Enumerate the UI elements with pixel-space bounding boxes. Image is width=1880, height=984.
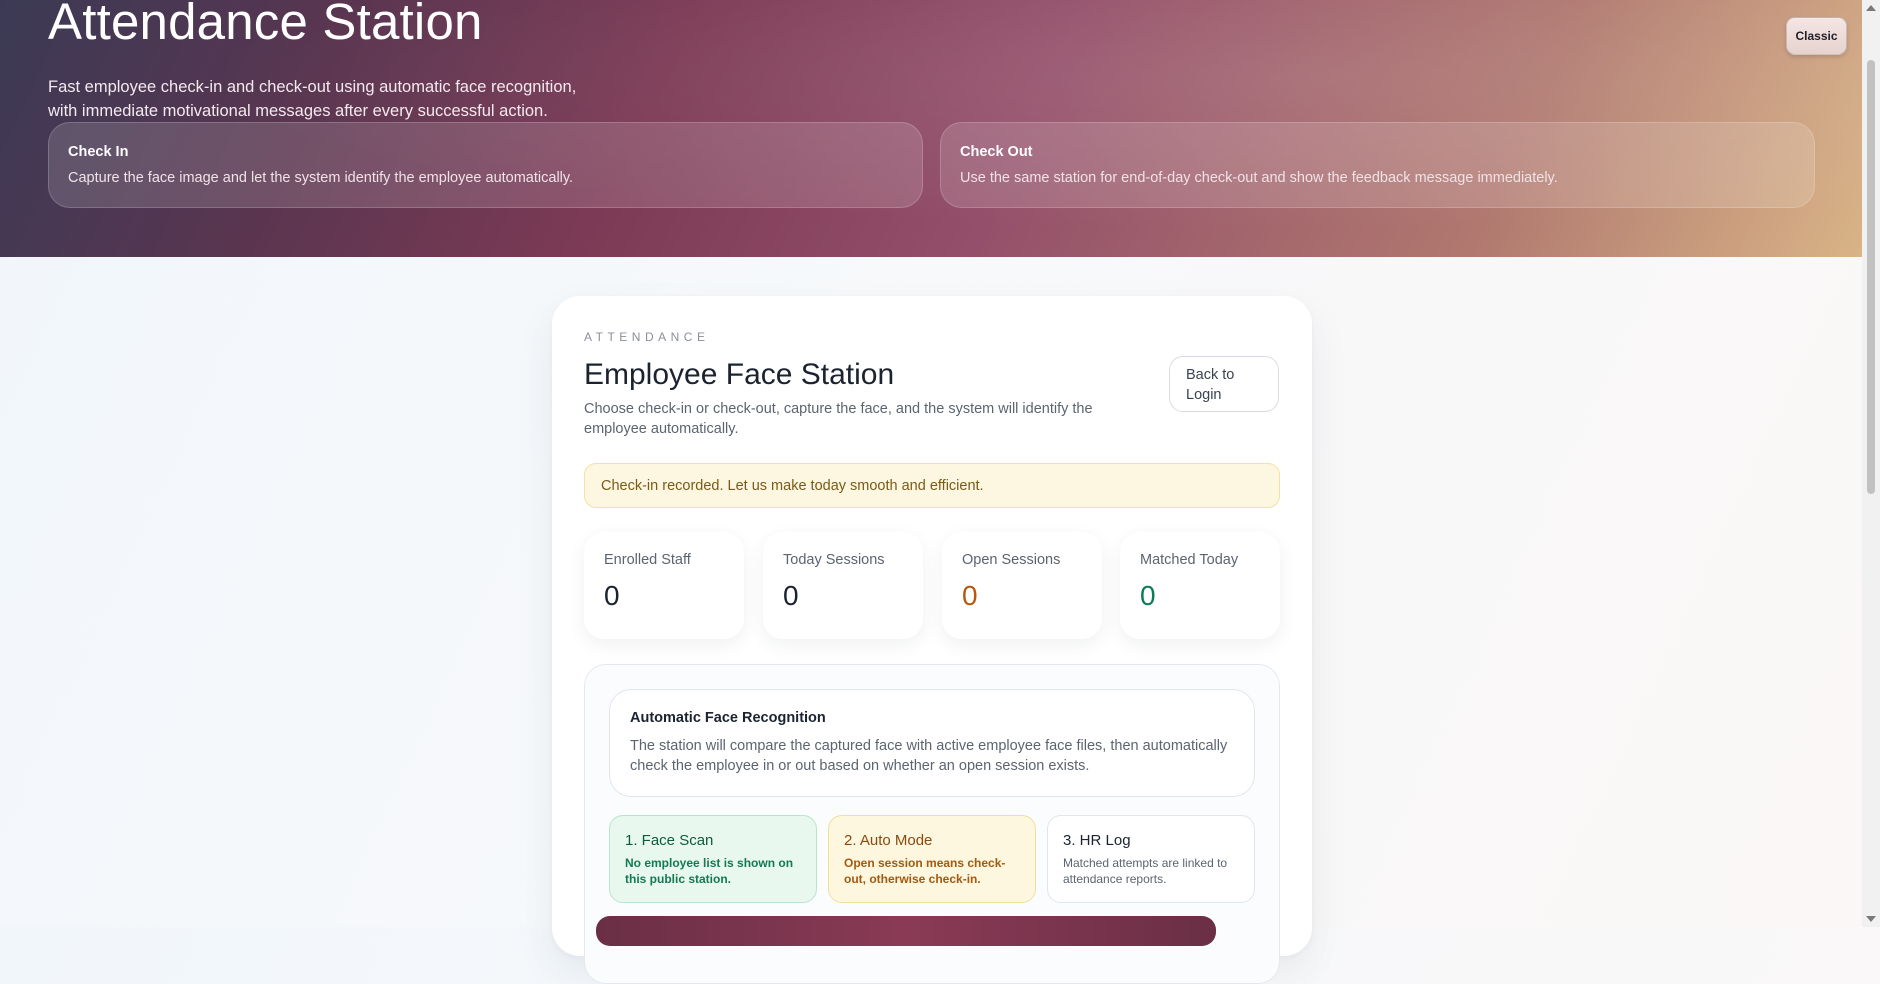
scrollbar-thumb[interactable]: [1867, 60, 1875, 494]
stat-label: Open Sessions: [962, 552, 1061, 568]
hero-banner: Attendance Station Fast employee check-i…: [0, 0, 1862, 257]
back-to-login-button[interactable]: Back to Login: [1169, 356, 1279, 412]
stat-value: 0: [604, 580, 620, 611]
step-face-scan: 1. Face Scan No employee list is shown o…: [609, 815, 817, 903]
check-in-title: Check In: [68, 144, 129, 160]
recognition-title: Automatic Face Recognition: [630, 710, 826, 726]
step-title: 2. Auto Mode: [844, 832, 933, 849]
step-auto-mode: 2. Auto Mode Open session means check-ou…: [828, 815, 1036, 903]
check-out-description: Use the same station for end-of-day chec…: [960, 170, 1558, 186]
check-in-description: Capture the face image and let the syste…: [68, 170, 574, 186]
classic-theme-button[interactable]: Classic: [1786, 17, 1847, 55]
stat-open-sessions: Open Sessions 0: [942, 532, 1102, 639]
stat-value: 0: [962, 580, 978, 611]
step-description: No employee list is shown on this public…: [625, 856, 794, 886]
step-hr-log: 3. HR Log Matched attempts are linked to…: [1047, 815, 1255, 903]
step-description: Matched attempts are linked to attendanc…: [1063, 856, 1228, 886]
stat-label: Enrolled Staff: [604, 552, 691, 568]
step-description: Open session means check-out, otherwise …: [844, 856, 1006, 886]
scroll-up-arrow-icon[interactable]: [1866, 5, 1876, 11]
check-out-title: Check Out: [960, 144, 1033, 160]
hero-subtitle: Fast employee check-in and check-out usi…: [48, 78, 577, 120]
recognition-description: The station will compare the captured fa…: [630, 738, 1228, 774]
station-title: Employee Face Station: [584, 358, 895, 391]
vertical-scrollbar[interactable]: [1862, 0, 1880, 927]
step-title: 1. Face Scan: [625, 832, 714, 849]
alert-message: Check-in recorded. Let us make today smo…: [601, 477, 984, 494]
camera-capture-area[interactable]: [596, 916, 1216, 946]
stat-enrolled-staff: Enrolled Staff 0: [584, 532, 744, 639]
page-title: Attendance Station: [48, 0, 483, 50]
status-alert: Check-in recorded. Let us make today smo…: [584, 463, 1280, 508]
scroll-down-arrow-icon[interactable]: [1866, 916, 1876, 922]
face-station-card: ATTENDANCE Employee Face Station Choose …: [552, 296, 1312, 984]
check-out-card[interactable]: Check Out Use the same station for end-o…: [940, 122, 1815, 208]
stat-value: 0: [1140, 580, 1156, 611]
stat-today-sessions: Today Sessions 0: [763, 532, 923, 639]
stat-label: Today Sessions: [783, 552, 885, 568]
stat-label: Matched Today: [1140, 552, 1239, 568]
step-title: 3. HR Log: [1063, 832, 1131, 849]
recognition-info-box: Automatic Face Recognition The station w…: [609, 689, 1255, 797]
stat-matched-today: Matched Today 0: [1120, 532, 1280, 639]
station-description: Choose check-in or check-out, capture th…: [584, 401, 1093, 437]
check-in-card[interactable]: Check In Capture the face image and let …: [48, 122, 923, 208]
stat-value: 0: [783, 580, 799, 611]
section-eyebrow: ATTENDANCE: [584, 330, 710, 344]
